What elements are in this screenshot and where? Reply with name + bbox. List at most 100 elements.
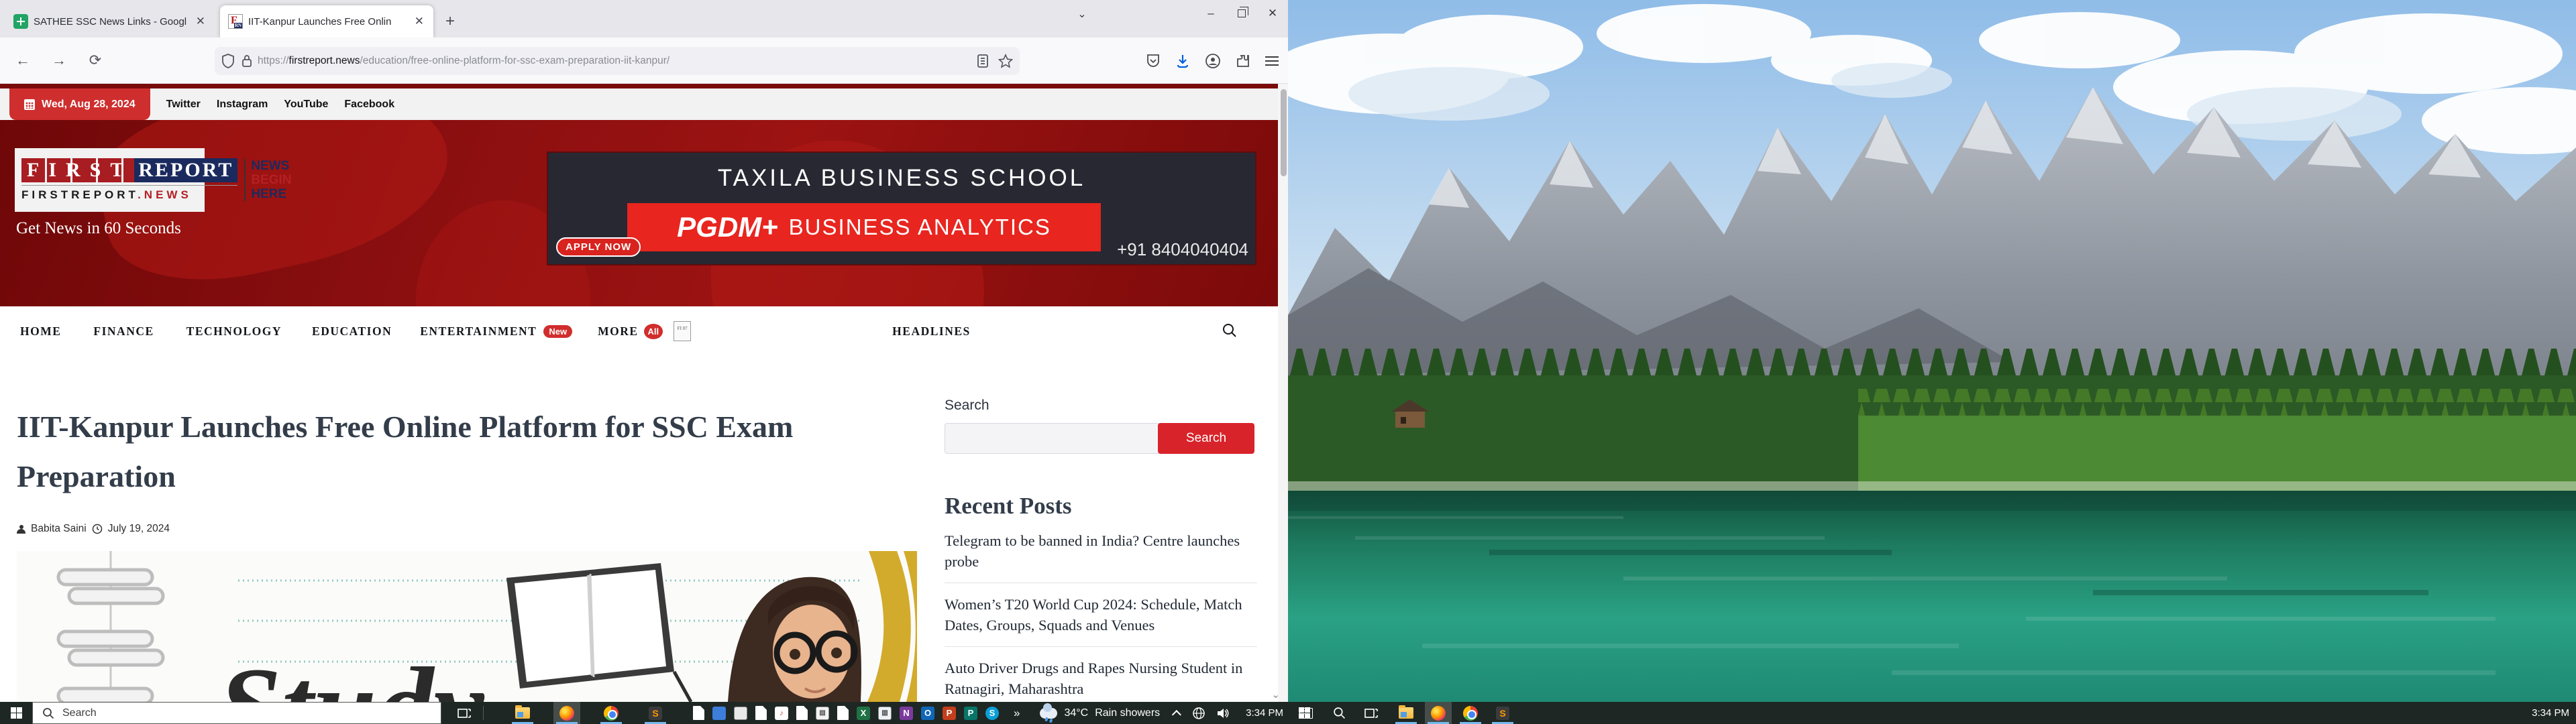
tray-chevron-up-icon[interactable]: [1172, 710, 1181, 719]
link-youtube[interactable]: YouTube: [284, 99, 328, 111]
dual-monitor-screen: SATHEE SSC News Links - Googl ✕ IIT-Kanp…: [0, 0, 2576, 724]
taskbar-chrome[interactable]: [598, 702, 625, 724]
nav-home[interactable]: HOME: [20, 324, 61, 339]
taskbar-search-box[interactable]: Search: [32, 702, 441, 724]
windows-logo-icon: [1299, 707, 1310, 719]
taskbar-weather[interactable]: 34°C Rain showers: [1032, 702, 1168, 724]
site-search-icon[interactable]: [1222, 322, 1238, 339]
firefox-icon: [559, 706, 574, 721]
logo-divider: [21, 185, 237, 186]
logo-tld: .NEWS: [138, 188, 192, 201]
article-byline: Babita Saini July 19, 2024: [17, 523, 170, 535]
new-tab-button[interactable]: +: [445, 12, 455, 31]
sidebar-search-button[interactable]: Search: [1158, 423, 1254, 454]
account-icon[interactable]: [1205, 53, 1221, 69]
taskbar-chrome[interactable]: [1457, 702, 1484, 724]
nav-technology[interactable]: TECHNOLOGY: [186, 324, 282, 339]
taskbar-firefox[interactable]: [1425, 702, 1452, 724]
document-icon[interactable]: [837, 706, 849, 720]
minimize-button[interactable]: –: [1195, 0, 1226, 27]
link-instagram[interactable]: Instagram: [217, 99, 268, 111]
nav-more[interactable]: MORE: [598, 324, 638, 339]
recent-post-link[interactable]: Women’s T20 World Cup 2024: Schedule, Ma…: [945, 583, 1257, 646]
page-scrollbar[interactable]: [1278, 84, 1288, 702]
speaker-icon[interactable]: [1216, 707, 1230, 719]
taskbar-file-explorer[interactable]: [509, 702, 536, 724]
list-all-tabs-chevron-icon[interactable]: ⌄: [1071, 3, 1093, 25]
taskbar-firefox[interactable]: [553, 702, 580, 724]
powerpoint-icon[interactable]: P: [943, 707, 956, 720]
tab-sathee-ssc[interactable]: SATHEE SSC News Links - Googl ✕: [5, 8, 215, 35]
outlook-icon[interactable]: O: [921, 707, 934, 720]
bookmark-star-icon[interactable]: [998, 54, 1013, 68]
url-text[interactable]: https://firstreport.news/education/free-…: [258, 55, 977, 67]
reader-window-icon[interactable]: ▥: [878, 707, 892, 720]
viewer-window-icon[interactable]: ▤: [816, 707, 829, 720]
tab-iit-kanpur-active[interactable]: IIT-Kanpur Launches Free Onlin ✕: [220, 5, 433, 38]
menu-hamburger-icon[interactable]: [1265, 56, 1279, 66]
lock-icon[interactable]: [241, 54, 252, 68]
forward-button[interactable]: →: [46, 47, 72, 74]
url-path: /education/free-online-platform-for-ssc-…: [360, 55, 669, 66]
taskbar-file-explorer[interactable]: [1393, 702, 1419, 724]
address-bar[interactable]: https://firstreport.news/education/free-…: [215, 47, 1020, 75]
restore-icon: [1238, 9, 1246, 17]
nav-headlines[interactable]: HEADLINES: [892, 324, 971, 339]
nav-education[interactable]: EDUCATION: [312, 324, 392, 339]
article-hero-image: Study: [17, 551, 917, 702]
document-icon[interactable]: [755, 706, 767, 720]
recent-post-link[interactable]: Telegram to be banned in India? Centre l…: [945, 520, 1257, 583]
skype-icon[interactable]: S: [985, 707, 999, 720]
recent-post-link[interactable]: Auto Driver Drugs and Rapes Nursing Stud…: [945, 647, 1257, 702]
scroll-down-chevron-icon[interactable]: ⌄: [1271, 688, 1280, 701]
extensions-puzzle-icon[interactable]: [1236, 54, 1250, 68]
start-button[interactable]: [1288, 702, 1320, 724]
download-icon[interactable]: [1175, 54, 1190, 68]
tab-close-icon[interactable]: ✕: [413, 15, 425, 28]
taskbar-clock[interactable]: 3:34 PM: [1240, 707, 1289, 719]
back-button[interactable]: ←: [9, 47, 36, 74]
publisher-icon[interactable]: P: [964, 707, 977, 720]
shield-icon[interactable]: [221, 54, 235, 68]
close-button[interactable]: ✕: [1257, 0, 1288, 27]
remote-window-icon[interactable]: [734, 707, 747, 720]
ad-banner-taxila[interactable]: TAXILA BUSINESS SCHOOL PGDM+ BUSINESS AN…: [547, 152, 1256, 265]
scrollbar-thumb[interactable]: [1281, 89, 1287, 176]
taskbar-sublime[interactable]: S: [642, 702, 669, 724]
site-top-strip: [0, 84, 1278, 88]
document-icon[interactable]: [693, 706, 704, 720]
sidebar: Search Search Recent Posts Telegram to b…: [945, 398, 1257, 702]
network-globe-icon[interactable]: [1192, 707, 1205, 720]
author-name[interactable]: Babita Saini: [31, 523, 87, 535]
window-icon[interactable]: [712, 707, 726, 720]
sidebar-search-input[interactable]: [945, 423, 1159, 454]
taskbar-sublime[interactable]: S: [1489, 702, 1516, 724]
reload-button[interactable]: ⟳: [82, 47, 109, 74]
link-facebook[interactable]: Facebook: [344, 99, 394, 111]
ad-apply-now-button[interactable]: APPLY NOW: [556, 237, 641, 257]
taskbar-clock-right[interactable]: 3:34 PM: [2532, 702, 2569, 724]
tab-title: SATHEE SSC News Links - Googl: [34, 16, 189, 27]
pocket-extension-icon[interactable]: [1146, 54, 1161, 68]
restore-button[interactable]: [1226, 0, 1257, 27]
media-app-icon[interactable]: ♪: [775, 707, 788, 720]
excel-icon[interactable]: X: [857, 707, 870, 720]
task-view-button[interactable]: [1358, 702, 1385, 724]
reader-view-icon[interactable]: [977, 54, 989, 68]
firstreport-favicon: [228, 14, 243, 29]
taskbar-search-text: Search: [62, 707, 97, 719]
start-button[interactable]: [0, 702, 32, 724]
toolbar-extensions: [1146, 47, 1279, 75]
document-icon[interactable]: [796, 706, 808, 720]
file-explorer-icon: [515, 707, 530, 719]
onenote-icon[interactable]: N: [900, 707, 913, 720]
tab-close-icon[interactable]: ✕: [195, 15, 207, 28]
taskbar-search-button[interactable]: [1326, 702, 1352, 724]
nav-entertainment[interactable]: ENTERTAINMENT: [420, 324, 537, 339]
site-logo[interactable]: FIRST REPORT FIRSTREPORT.NEWS NEWS BEGIN…: [15, 148, 205, 212]
link-twitter[interactable]: Twitter: [166, 99, 201, 111]
task-view-button[interactable]: [451, 702, 478, 724]
sublime-text-icon: S: [649, 707, 662, 720]
taskbar-overflow-chevron[interactable]: »: [1006, 702, 1026, 724]
nav-finance[interactable]: FINANCE: [93, 324, 154, 339]
